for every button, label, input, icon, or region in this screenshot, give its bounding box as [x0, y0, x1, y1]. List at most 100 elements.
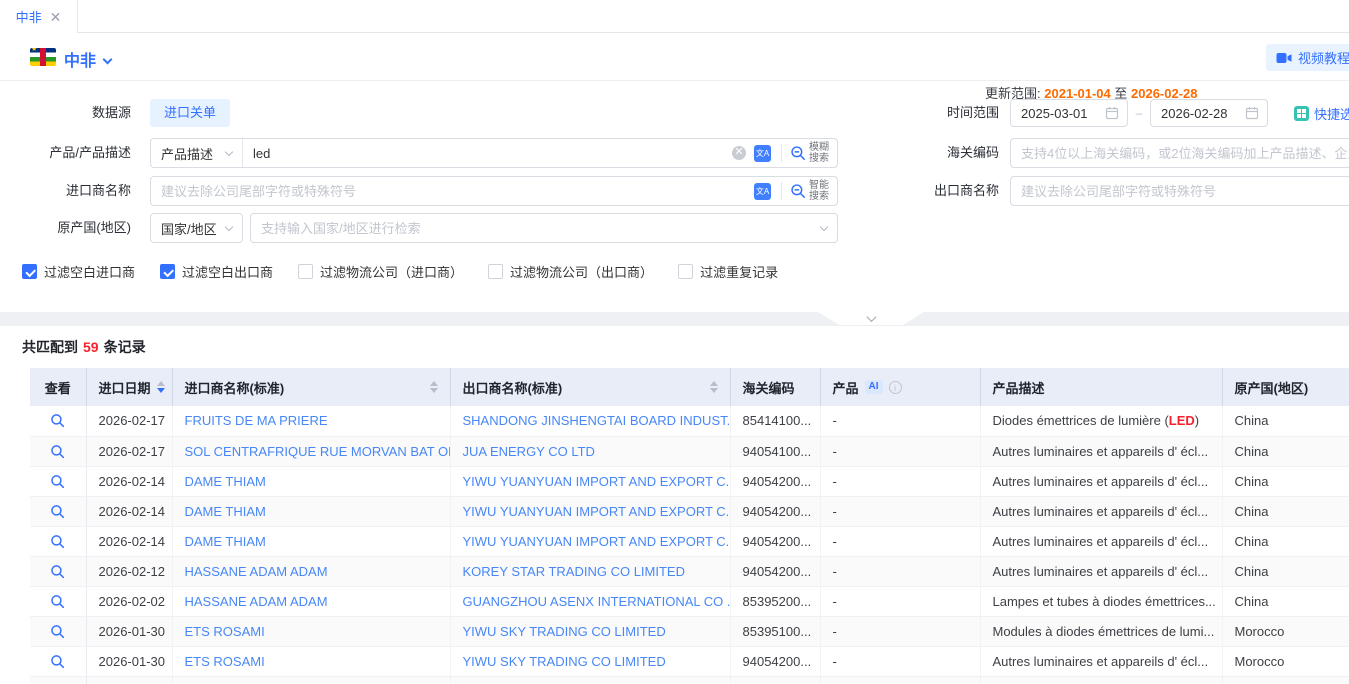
- exporter-link[interactable]: YIWU SKY TRADING CO LIMITED: [463, 654, 666, 669]
- end-date-input[interactable]: 2026-02-28: [1150, 99, 1268, 127]
- product-ai-cell: [820, 676, 980, 684]
- smart-search-button[interactable]: 智能搜索: [782, 180, 837, 202]
- origin-cell: China: [1222, 406, 1349, 436]
- calendar-icon: [1105, 106, 1119, 120]
- collapse-form-handle[interactable]: [818, 312, 924, 325]
- importer-link[interactable]: FRUITS DE MA PRIERE: [185, 413, 328, 428]
- col-exporter[interactable]: 出口商名称(标准): [450, 368, 730, 406]
- filter-checkbox[interactable]: 过滤重复记录: [678, 262, 778, 281]
- translate-icon[interactable]: 文A: [754, 183, 771, 200]
- sort-icon[interactable]: [710, 381, 718, 393]
- exporter-link[interactable]: YIWU YUANYUAN IMPORT AND EXPORT C...: [463, 534, 731, 549]
- translate-icon[interactable]: 文A: [754, 145, 771, 162]
- result-summary: 共匹配到59条记录: [22, 337, 146, 357]
- view-record-button[interactable]: [47, 590, 69, 612]
- importer-label: 进口商名称: [20, 177, 131, 205]
- view-record-button[interactable]: [47, 500, 69, 522]
- product-ai-cell: -: [820, 406, 980, 436]
- filter-label: 过滤重复记录: [700, 262, 778, 281]
- exporter-link[interactable]: YIWU YUANYUAN IMPORT AND EXPORT C...: [463, 504, 731, 519]
- importer-link[interactable]: DAME THIAM: [185, 504, 266, 519]
- importer-link[interactable]: DAME THIAM: [185, 534, 266, 549]
- col-importer[interactable]: 进口商名称(标准): [172, 368, 450, 406]
- info-icon[interactable]: i: [889, 381, 902, 394]
- view-record-button[interactable]: [47, 440, 69, 462]
- view-cell: [30, 406, 86, 436]
- filter-label: 过滤空白进口商: [44, 262, 135, 281]
- view-cell: [30, 616, 86, 646]
- view-record-button[interactable]: [47, 470, 69, 492]
- importer-link[interactable]: ETS ROSAMI: [185, 654, 265, 669]
- import-declaration-chip[interactable]: 进口关单: [150, 99, 230, 127]
- origin-type-select[interactable]: 国家/地区: [150, 213, 243, 243]
- filter-checkbox[interactable]: 过滤物流公司（进口商）: [298, 262, 463, 281]
- view-cell: [30, 676, 86, 684]
- exporter-input[interactable]: [1010, 176, 1349, 206]
- checkbox[interactable]: [298, 264, 313, 279]
- product-desc-cell: Modules à diodes émettrices de lumi...: [980, 616, 1222, 646]
- importer-link[interactable]: DAME THIAM: [185, 474, 266, 489]
- hs-code-input[interactable]: [1010, 138, 1349, 168]
- exporter-link[interactable]: KOREY STAR TRADING CO LIMITED: [463, 564, 685, 579]
- importer-cell: HASSANE ADAM ADAM: [172, 586, 450, 616]
- filter-checkbox[interactable]: 过滤物流公司（出口商）: [488, 262, 653, 281]
- clear-icon[interactable]: ✕: [732, 146, 746, 160]
- panel-gap: [0, 312, 1349, 326]
- chevron-down-icon: [820, 223, 828, 231]
- product-search-input[interactable]: [243, 139, 730, 167]
- product-type-select[interactable]: 产品描述: [151, 139, 243, 167]
- exporter-link[interactable]: YIWU YUANYUAN IMPORT AND EXPORT C...: [463, 474, 731, 489]
- importer-cell: ETS ROSAMI: [172, 646, 450, 676]
- origin-search-input[interactable]: [261, 221, 821, 236]
- table-row: 2026-02-14 DAME THIAM YIWU YUANYUAN IMPO…: [30, 496, 1349, 526]
- filter-checkbox[interactable]: 过滤空白出口商: [160, 262, 273, 281]
- close-icon[interactable]: ✕: [50, 10, 62, 24]
- start-date-value: 2025-03-01: [1021, 106, 1088, 121]
- product-desc-cell: Lampes et tubes à diodes émettrices...: [980, 586, 1222, 616]
- exporter-link[interactable]: JUA ENERGY CO LTD: [463, 444, 595, 459]
- importer-cell: FRUITS DE MA PRIERE: [172, 406, 450, 436]
- import-date-cell: 2026-02-14: [86, 496, 172, 526]
- checkbox[interactable]: [160, 264, 175, 279]
- import-date-cell: [86, 676, 172, 684]
- start-date-input[interactable]: 2025-03-01: [1010, 99, 1128, 127]
- exporter-link[interactable]: YIWU SKY TRADING CO LIMITED: [463, 624, 666, 639]
- importer-cell: HASSANE ADAM ADAM: [172, 556, 450, 586]
- importer-cell: DAME THIAM: [172, 466, 450, 496]
- quick-select-button[interactable]: 快捷选择: [1294, 104, 1349, 123]
- checkbox[interactable]: [22, 264, 37, 279]
- view-record-button[interactable]: [47, 620, 69, 642]
- import-date-cell: 2026-02-02: [86, 586, 172, 616]
- product-desc-cell: Autres luminaires et appareils d' écl...: [980, 436, 1222, 466]
- fuzzy-search-button[interactable]: 模糊搜索: [782, 142, 837, 164]
- exporter-cell: YIWU SKY TRADING CO LIMITED: [450, 616, 730, 646]
- importer-input[interactable]: [151, 177, 754, 205]
- sort-icon[interactable]: [430, 381, 438, 393]
- exporter-link[interactable]: GUANGZHOU ASENX INTERNATIONAL CO ...: [463, 594, 731, 609]
- tab-zhongfei[interactable]: 中非 ✕: [0, 0, 78, 33]
- checkbox[interactable]: [678, 264, 693, 279]
- view-record-button[interactable]: [47, 530, 69, 552]
- col-view: 查看: [30, 368, 86, 406]
- hs-code-cell: [730, 676, 820, 684]
- checkbox[interactable]: [488, 264, 503, 279]
- origin-search-wrap: [250, 213, 838, 243]
- col-import-date[interactable]: 进口日期: [86, 368, 172, 406]
- view-record-button[interactable]: [47, 410, 69, 432]
- magnifier-icon: [50, 624, 65, 639]
- exporter-cell: GUANGZHOU ASENX INTERNATIONAL CO ...: [450, 586, 730, 616]
- exporter-link[interactable]: SHANDONG JINSHENGTAI BOARD INDUST...: [463, 413, 731, 428]
- country-selector[interactable]: 中非: [64, 47, 111, 71]
- video-tutorial-button[interactable]: 视频教程: [1266, 44, 1349, 71]
- importer-link[interactable]: SOL CENTRAFRIQUE RUE MORVAN BAT OF...: [185, 444, 451, 459]
- importer-link[interactable]: HASSANE ADAM ADAM: [185, 594, 328, 609]
- filter-checkbox[interactable]: 过滤空白进口商: [22, 262, 135, 281]
- view-record-button[interactable]: [47, 650, 69, 672]
- view-record-button[interactable]: [47, 560, 69, 582]
- sort-icon[interactable]: [157, 381, 165, 393]
- product-desc-cell: Autres luminaires et appareils d' écl...: [980, 466, 1222, 496]
- importer-link[interactable]: HASSANE ADAM ADAM: [185, 564, 328, 579]
- table-row: 2026-02-17 SOL CENTRAFRIQUE RUE MORVAN B…: [30, 436, 1349, 466]
- hs-code-cell: 94054200...: [730, 496, 820, 526]
- importer-link[interactable]: ETS ROSAMI: [185, 624, 265, 639]
